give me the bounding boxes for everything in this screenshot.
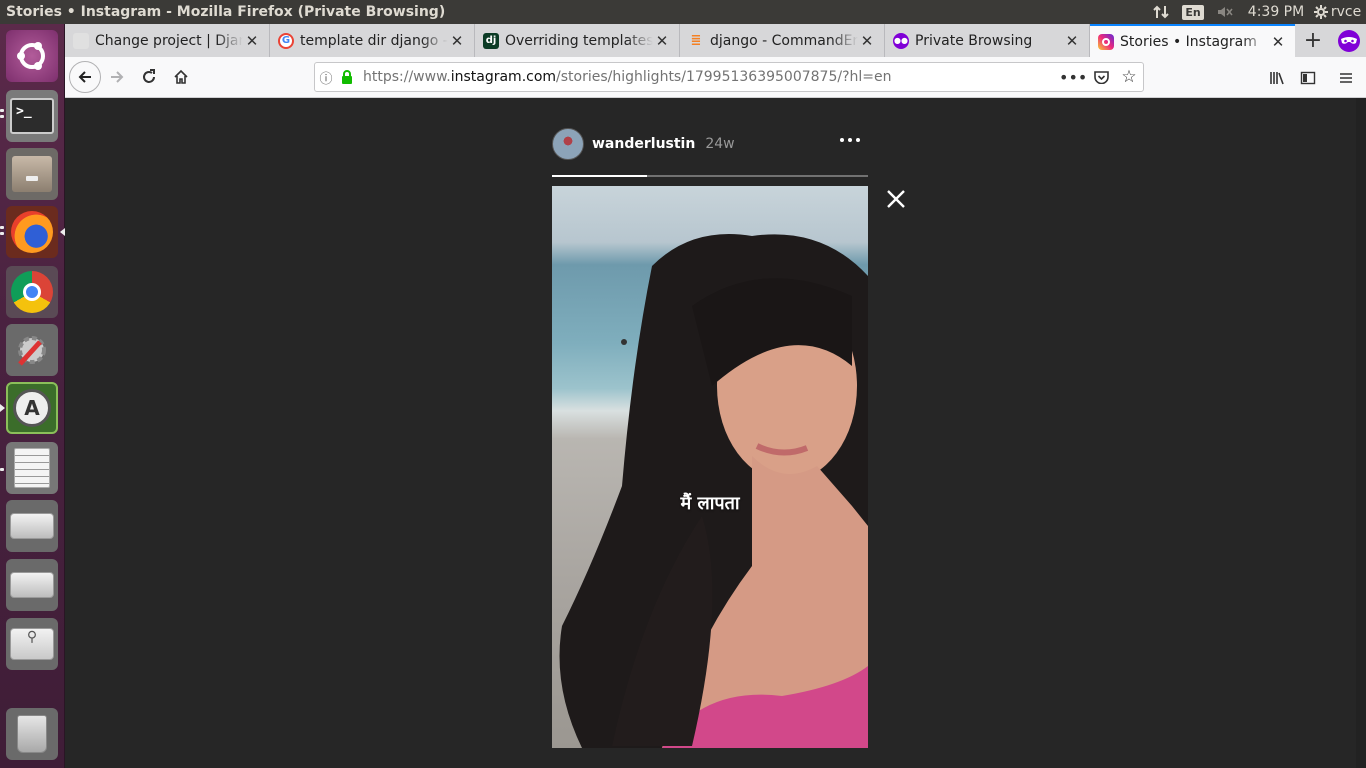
trash-icon[interactable] [6,708,58,760]
home-button[interactable] [165,61,197,93]
avatar[interactable] [552,128,584,160]
close-tab-icon[interactable]: ✕ [1063,32,1081,50]
tab-label: template dir django - Google Search [300,32,448,49]
ubuntu-dash-icon[interactable] [6,30,58,82]
tab-change-project[interactable]: Change project | Django site admin ✕ [65,24,270,57]
stackoverflow-favicon: ≣ [690,33,702,48]
volume-muted-icon[interactable] [1208,0,1242,24]
system-tray: En 4:39 PM rvce [1144,0,1366,24]
file-manager-icon[interactable] [6,148,58,200]
tab-private-browsing[interactable]: ●● Private Browsing ✕ [885,24,1090,57]
clock[interactable]: 4:39 PM [1242,0,1310,24]
launcher: >_ A ⚲ [0,24,65,768]
firefox-icon[interactable] [6,206,58,258]
private-browsing-indicator [1332,24,1366,57]
window-title: Stories • Instagram - Mozilla Firefox (P… [6,4,446,20]
tab-label: django - CommandError [710,32,858,49]
story-image[interactable]: मैं लापता [552,186,868,748]
menu-icon[interactable] [1330,62,1362,94]
tab-label: Change project | Django site admin [95,32,243,49]
navigation-toolbar: ⓘ https://www.instagram.com/stories/high… [65,57,1366,98]
system-settings-icon[interactable] [6,324,58,376]
story-progress-fill [552,175,647,177]
more-options-icon[interactable] [840,138,860,142]
terminal-icon[interactable]: >_ [6,90,58,142]
info-icon[interactable]: ⓘ [315,68,337,87]
back-button[interactable] [69,61,101,93]
tab-label: Private Browsing [915,32,1033,49]
tab-strip: Change project | Django site admin ✕ G t… [65,24,1366,57]
close-tab-icon[interactable]: ✕ [243,32,261,50]
software-updater-icon[interactable]: A [6,382,58,434]
chrome-icon[interactable] [6,266,58,318]
page-actions-icon[interactable]: ••• [1059,68,1087,87]
lock-icon[interactable] [337,70,357,84]
disk-drive-icon[interactable] [6,500,58,552]
user-name[interactable]: rvce [1331,0,1366,24]
username[interactable]: wanderlustin [592,136,695,152]
private-mask-icon [1338,29,1360,52]
tab-overriding-templates[interactable]: dj Overriding templates | Django documen… [475,24,680,57]
private-mask-favicon: ●● [893,32,909,49]
page-content: wanderlustin 24w मैं लापता [65,98,1356,768]
keyboard-layout-indicator[interactable]: En [1178,0,1208,24]
story-age: 24w [705,136,735,152]
library-icon[interactable] [1261,62,1293,94]
close-tab-icon[interactable]: ✕ [1269,33,1287,51]
tab-label: Stories • Instagram [1120,33,1257,50]
pocket-icon[interactable] [1087,70,1115,84]
django-docs-favicon: dj [483,32,499,49]
close-icon[interactable] [885,188,907,210]
sidebar-icon[interactable] [1292,62,1324,94]
url-bar[interactable]: ⓘ https://www.instagram.com/stories/high… [314,62,1144,92]
tab-command-error[interactable]: ≣ django - CommandError ✕ [680,24,885,57]
django-admin-favicon [73,32,89,49]
close-tab-icon[interactable]: ✕ [448,32,466,50]
system-top-bar: Stories • Instagram - Mozilla Firefox (P… [0,0,1366,24]
usb-drive-icon[interactable]: ⚲ [6,618,58,670]
close-tab-icon[interactable]: ✕ [653,32,671,50]
network-icon[interactable] [1144,0,1178,24]
google-favicon: G [278,32,294,49]
story-photo [559,234,868,748]
bookmark-star-icon[interactable]: ☆ [1115,67,1143,87]
story-progress-bar [552,175,868,177]
tab-instagram-stories[interactable]: Stories • Instagram ✕ [1090,24,1295,57]
story-caption: मैं लापता [680,493,740,514]
tab-google-search[interactable]: G template dir django - Google Search ✕ [270,24,475,57]
forward-button[interactable] [101,61,133,93]
new-tab-button[interactable]: + [1295,24,1331,57]
url-text[interactable]: https://www.instagram.com/stories/highli… [363,69,1059,85]
text-editor-icon[interactable] [6,442,58,494]
story-viewer: wanderlustin 24w मैं लापता [552,128,868,748]
page-scrollbar[interactable] [1356,98,1366,768]
disk-drive-icon[interactable] [6,559,58,611]
tab-label: Overriding templates | Django documentat… [505,32,653,49]
story-header: wanderlustin 24w [552,128,868,160]
gear-icon[interactable] [1310,0,1332,24]
close-tab-icon[interactable]: ✕ [858,32,876,50]
instagram-favicon [1098,33,1114,50]
reload-button[interactable] [133,61,165,93]
